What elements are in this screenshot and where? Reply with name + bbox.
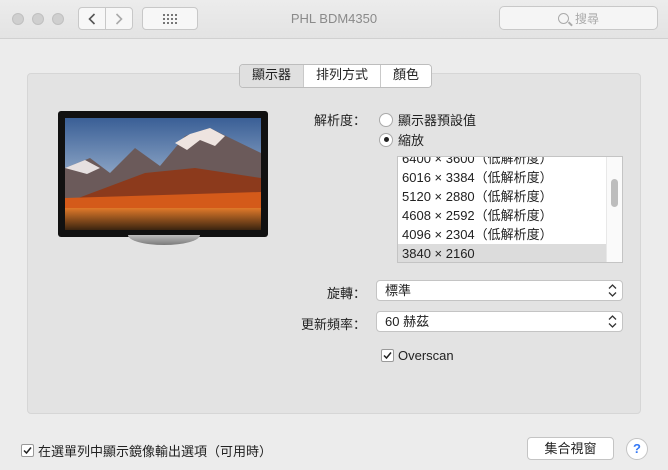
checkmark-icon: [23, 447, 32, 455]
list-item[interactable]: 5120 × 2880（低解析度）: [398, 187, 607, 206]
updown-arrows-icon: [608, 284, 617, 297]
refresh-rate-select[interactable]: 60 赫茲: [376, 311, 623, 332]
title-bar: PHL BDM4350 搜尋: [0, 0, 668, 39]
radio-scaled-resolution[interactable]: 縮放: [379, 130, 424, 149]
overscan-checkbox[interactable]: [381, 349, 394, 362]
radio-label: 顯示器預設值: [398, 113, 477, 128]
list-item[interactable]: 6400 × 3600（低解析度）: [398, 157, 607, 168]
scrollbar-thumb[interactable]: [611, 179, 618, 207]
updown-arrows-icon: [608, 315, 617, 328]
mirror-option-checkbox[interactable]: [21, 444, 34, 457]
radio-default-resolution[interactable]: 顯示器預設值: [379, 110, 476, 129]
list-item[interactable]: 4096 × 2304（低解析度）: [398, 225, 607, 244]
mirror-option-label: 在選單列中顯示鏡像輸出選項（可用時）: [38, 444, 273, 459]
monitor-illustration: [58, 111, 268, 237]
tab-bar: 顯示器 排列方式 顏色: [239, 64, 433, 88]
preferences-window: PHL BDM4350 搜尋 顯示器 排列方式 顏色 解析度： 顯示器預設值 縮…: [0, 0, 668, 470]
wallpaper-image: [65, 118, 261, 230]
list-item[interactable]: 4608 × 2592（低解析度）: [398, 206, 607, 225]
refresh-rate-label: 更新頻率：: [300, 317, 366, 332]
tab-display[interactable]: 顯示器: [240, 65, 305, 87]
list-item[interactable]: 6016 × 3384（低解析度）: [398, 168, 607, 187]
list-item-selected[interactable]: 3840 × 2160: [398, 244, 607, 262]
rotation-label: 旋轉：: [326, 286, 366, 301]
overscan-checkbox-row[interactable]: Overscan: [381, 348, 454, 363]
radio-label: 縮放: [398, 133, 425, 148]
radio-button[interactable]: [379, 112, 393, 127]
resolution-label: 解析度：: [313, 113, 366, 128]
search-field[interactable]: 搜尋: [499, 6, 658, 30]
checkmark-icon: [383, 352, 392, 360]
rotation-value: 標準: [385, 283, 412, 298]
mirror-option-row[interactable]: 在選單列中顯示鏡像輸出選項（可用時）: [21, 441, 272, 460]
scrollbar[interactable]: [606, 157, 622, 262]
refresh-rate-value: 60 赫茲: [385, 314, 430, 329]
tab-arrangement[interactable]: 排列方式: [304, 65, 382, 87]
search-placeholder: 搜尋: [574, 11, 599, 26]
search-icon: [557, 12, 569, 24]
resolution-list[interactable]: 6400 × 3600（低解析度） 6016 × 3384（低解析度） 5120…: [397, 156, 623, 263]
tab-color[interactable]: 顏色: [381, 65, 432, 87]
help-button[interactable]: ?: [626, 438, 648, 460]
overscan-label: Overscan: [398, 348, 454, 363]
gather-windows-button[interactable]: 集合視窗: [527, 437, 614, 460]
rotation-select[interactable]: 標準: [376, 280, 623, 301]
radio-button[interactable]: [379, 132, 393, 147]
